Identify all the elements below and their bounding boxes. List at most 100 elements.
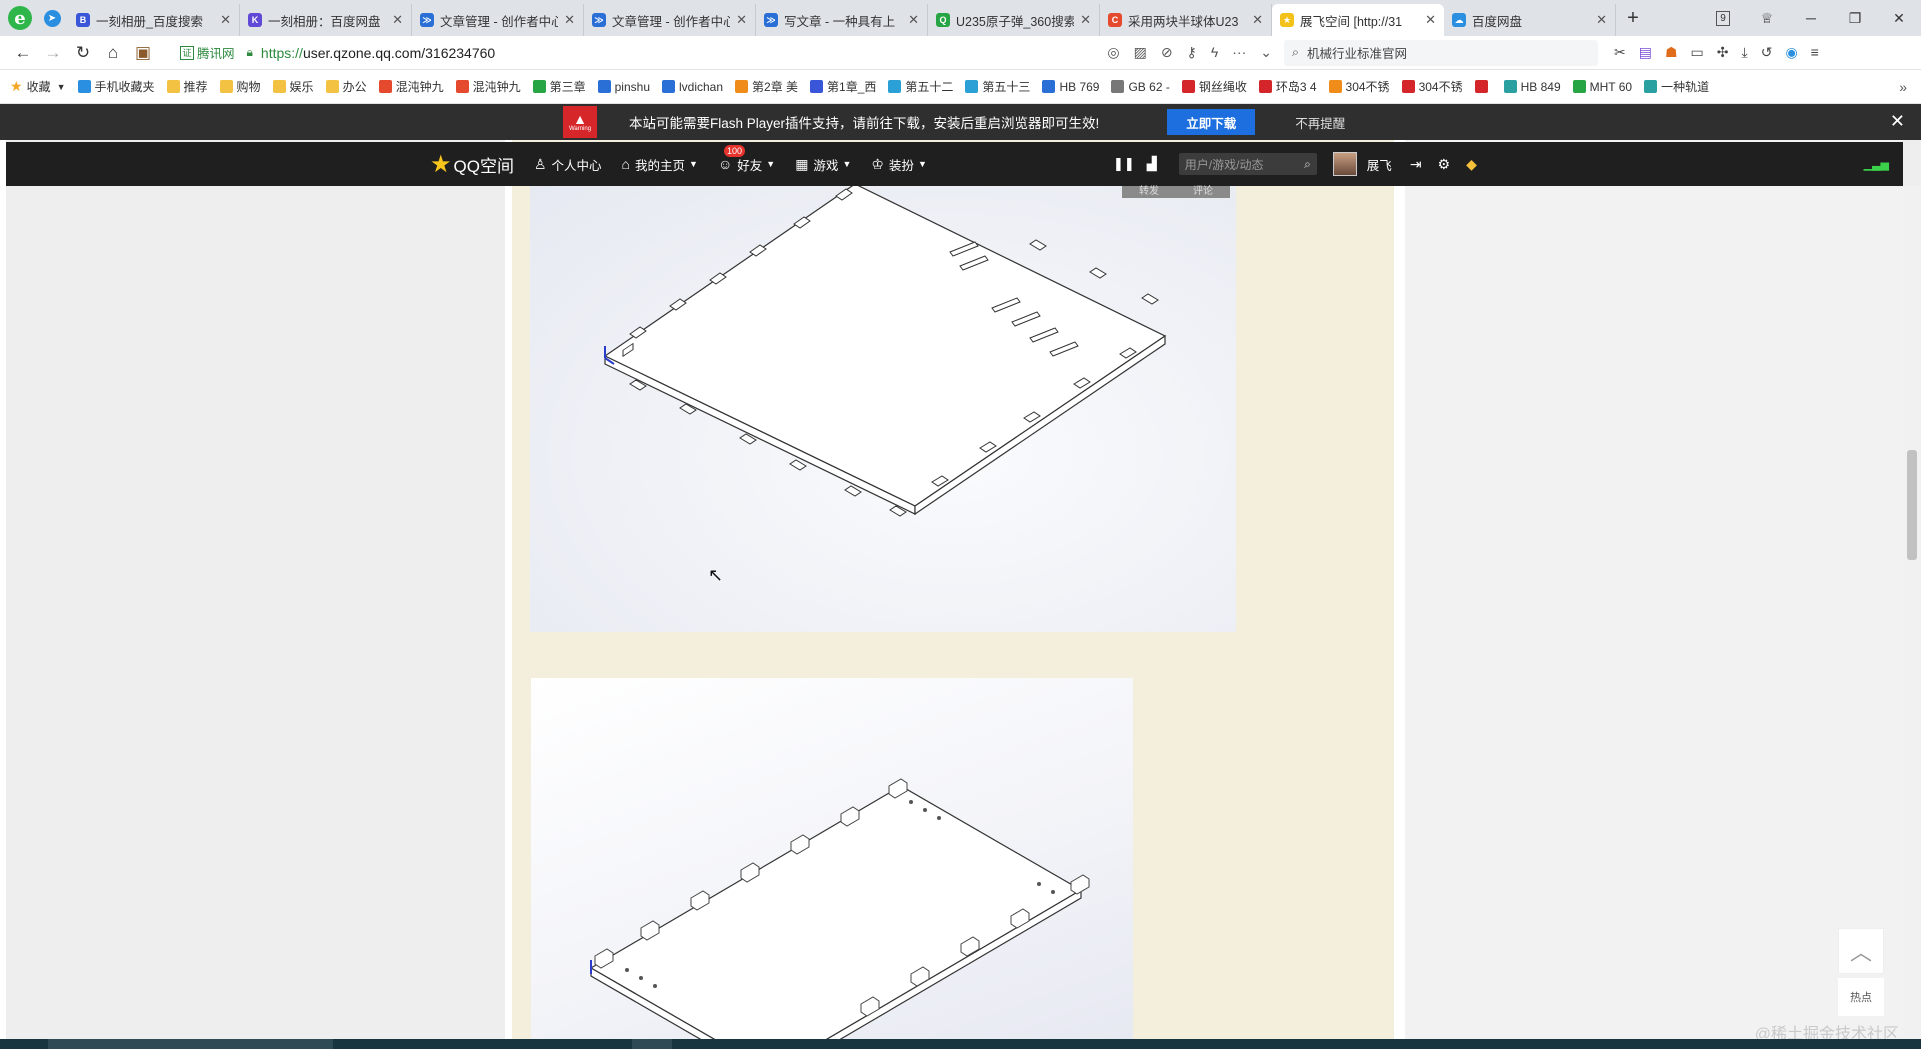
window-icon[interactable]: ▭ — [1691, 44, 1704, 61]
url-box[interactable]: 证腾讯网 🔒︎ https://user.qzone.qq.com/316234… — [174, 40, 1284, 66]
minimize-button[interactable]: ─ — [1789, 10, 1833, 26]
taskbar-item[interactable] — [632, 1039, 672, 1049]
post-image-2[interactable] — [531, 678, 1133, 1049]
game-icon[interactable]: ☗ — [1665, 44, 1678, 61]
bookmark-item[interactable]: lvdichan — [662, 80, 723, 94]
bookmark-item[interactable]: 娱乐 — [272, 78, 314, 95]
telegram-icon[interactable]: ➤ — [40, 0, 64, 36]
dont-remind-link[interactable]: 不再提醒 — [1295, 113, 1345, 132]
tab-close-icon[interactable]: ✕ — [220, 12, 231, 28]
qzone-logo[interactable]: ★ QQ空间 — [430, 150, 514, 179]
bookmark-item[interactable]: 办公 — [325, 78, 367, 95]
browser-tab[interactable]: Q U235原子弹_360搜索 ✕ — [928, 4, 1100, 36]
chevron-down-icon[interactable]: ⌄ — [1260, 44, 1272, 61]
chart-icon[interactable]: ▟ — [1147, 156, 1157, 172]
restore-button[interactable]: ❐ — [1833, 10, 1877, 27]
site-cert[interactable]: 证腾讯网 — [180, 43, 235, 62]
hot-topics-button[interactable]: 热点 — [1838, 978, 1884, 1016]
forward-button[interactable]: → — [38, 43, 68, 63]
briefcase-icon[interactable]: ▣ — [128, 43, 158, 63]
translate-icon[interactable]: ▤ — [1639, 44, 1652, 61]
bookmark-item[interactable]: 购物 — [219, 78, 261, 95]
bookmarks-overflow-icon[interactable]: » — [1899, 79, 1907, 95]
compass-icon[interactable]: ⊘ — [1161, 44, 1173, 61]
key-icon[interactable]: ⚷ — [1187, 44, 1197, 61]
chevron-down-icon[interactable]: ▼ — [57, 82, 66, 92]
diamond-icon[interactable]: ◆ — [1466, 156, 1477, 173]
pause-icon[interactable]: ❚❚ — [1113, 156, 1135, 172]
avatar[interactable] — [1332, 152, 1357, 176]
bookmark-item[interactable]: 钢丝绳收 — [1181, 78, 1247, 95]
bookmark-item[interactable]: pinshu — [597, 80, 650, 94]
browser-tab[interactable]: ≫ 文章管理 - 创作者中心 ✕ — [584, 4, 756, 36]
menu-icon[interactable]: ≡ — [1811, 44, 1819, 61]
back-button[interactable]: ← — [8, 43, 38, 63]
close-icon[interactable]: ✕ — [1890, 111, 1905, 132]
tab-close-icon[interactable]: ✕ — [1252, 12, 1263, 28]
bookmark-item[interactable]: 推荐 — [166, 78, 208, 95]
scrollbar-thumb[interactable] — [1907, 450, 1917, 560]
undo-icon[interactable]: ↺ — [1761, 44, 1773, 61]
qzone-nav-grid[interactable]: ▦ 游戏 ▼ — [795, 155, 851, 174]
qzone-nav-person[interactable]: ♙ 个人中心 — [534, 155, 602, 174]
bookmark-item[interactable]: 第1章_西 — [810, 78, 876, 95]
qzone-nav-shirt[interactable]: ♔ 装扮 ▼ — [871, 155, 927, 174]
target-icon[interactable]: ◎ — [1107, 44, 1119, 61]
bookmark-item[interactable]: 304不锈 — [1401, 78, 1463, 95]
tab-close-icon[interactable]: ✕ — [1596, 12, 1607, 28]
comment-link[interactable]: 评论 — [1193, 186, 1213, 198]
lightning-icon[interactable]: ϟ — [1211, 44, 1218, 61]
edge-icon[interactable]: ◉ — [1785, 44, 1797, 61]
bookmark-item[interactable]: 手机收藏夹 — [77, 78, 155, 95]
bookmark-item[interactable]: 304不锈 — [1328, 78, 1390, 95]
qzone-nav-friends[interactable]: ☺ 100 好友 ▼ — [718, 144, 775, 174]
bookmark-item[interactable]: GB 62 - — [1111, 80, 1170, 94]
tab-close-icon[interactable]: ✕ — [564, 12, 575, 28]
download-icon[interactable]: ⤓ — [1742, 44, 1748, 61]
share-link[interactable]: 转发 — [1139, 186, 1159, 198]
more-icon[interactable]: ··· — [1232, 44, 1246, 61]
post-image-1[interactable] — [530, 183, 1236, 632]
new-tab-button[interactable]: + — [1616, 0, 1650, 36]
page-scrollbar[interactable] — [1903, 186, 1921, 1039]
bookmark-item[interactable]: 第三章 — [532, 78, 586, 95]
bookmark-item[interactable]: 第五十三 — [965, 78, 1030, 95]
search-icon[interactable]: ⌕ — [1304, 157, 1311, 172]
bookmark-item[interactable]: 混沌钟九 — [455, 78, 521, 95]
browser-tab[interactable]: ≫ 文章管理 - 创作者中心 ✕ — [412, 4, 584, 36]
tab-close-icon[interactable]: ✕ — [1425, 12, 1436, 28]
bookmark-item[interactable]: ★ 收藏 ▼ — [10, 78, 66, 95]
screenshot-icon[interactable]: ▨ — [1134, 44, 1147, 61]
qzone-search-input[interactable]: 用户/游戏/动态 ⌕ — [1178, 153, 1317, 175]
browser-tab[interactable]: C 采用两块半球体U23 ✕ — [1100, 4, 1272, 36]
gear-icon[interactable]: ⚙ — [1438, 156, 1451, 173]
search-box[interactable]: ⌕ 机械行业标准官网 — [1284, 39, 1598, 66]
bookmark-item[interactable]: 环岛3 4 — [1258, 78, 1317, 95]
browser-logo[interactable]: e — [0, 0, 40, 36]
bookmark-item[interactable]: 第五十二 — [888, 78, 953, 95]
tab-close-icon[interactable]: ✕ — [392, 12, 403, 28]
browser-tab[interactable]: ★ 展飞空间 [http://31 ✕ — [1272, 4, 1444, 36]
bookmark-item[interactable] — [1474, 80, 1492, 93]
browser-tab[interactable]: K 一刻相册：百度网盘 ✕ — [240, 4, 412, 36]
qzone-nav-home[interactable]: ⌂ 我的主页 ▼ — [622, 155, 698, 174]
close-window-button[interactable]: ✕ — [1877, 10, 1921, 27]
bookmark-item[interactable]: MHT 60 — [1572, 80, 1632, 94]
shirt-icon[interactable]: ♕ — [1745, 10, 1789, 27]
username[interactable]: 展飞 — [1367, 155, 1392, 174]
bookmark-item[interactable]: 第2章 美 — [735, 78, 798, 95]
browser-tab[interactable]: B 一刻相册_百度搜索 ✕ — [68, 4, 240, 36]
browser-tab[interactable]: ☁ 百度网盘 ✕ — [1444, 4, 1616, 36]
bookmark-item[interactable]: HB 849 — [1503, 80, 1561, 94]
bookmark-item[interactable]: 混沌钟九 — [378, 78, 444, 95]
home-button[interactable]: ⌂ — [98, 43, 128, 63]
back-to-top-button[interactable]: ︿ — [1838, 928, 1884, 974]
bookmark-item[interactable]: 一种轨道 — [1644, 78, 1709, 95]
reload-button[interactable]: ↻ — [68, 43, 98, 63]
logout-icon[interactable]: ⇥ — [1410, 156, 1422, 173]
taskbar-item[interactable] — [48, 1039, 333, 1049]
tab-count[interactable]: 9 — [1716, 10, 1730, 26]
scissors-icon[interactable]: ✂ — [1614, 44, 1626, 61]
tab-close-icon[interactable]: ✕ — [736, 12, 747, 28]
tab-close-icon[interactable]: ✕ — [908, 12, 919, 28]
